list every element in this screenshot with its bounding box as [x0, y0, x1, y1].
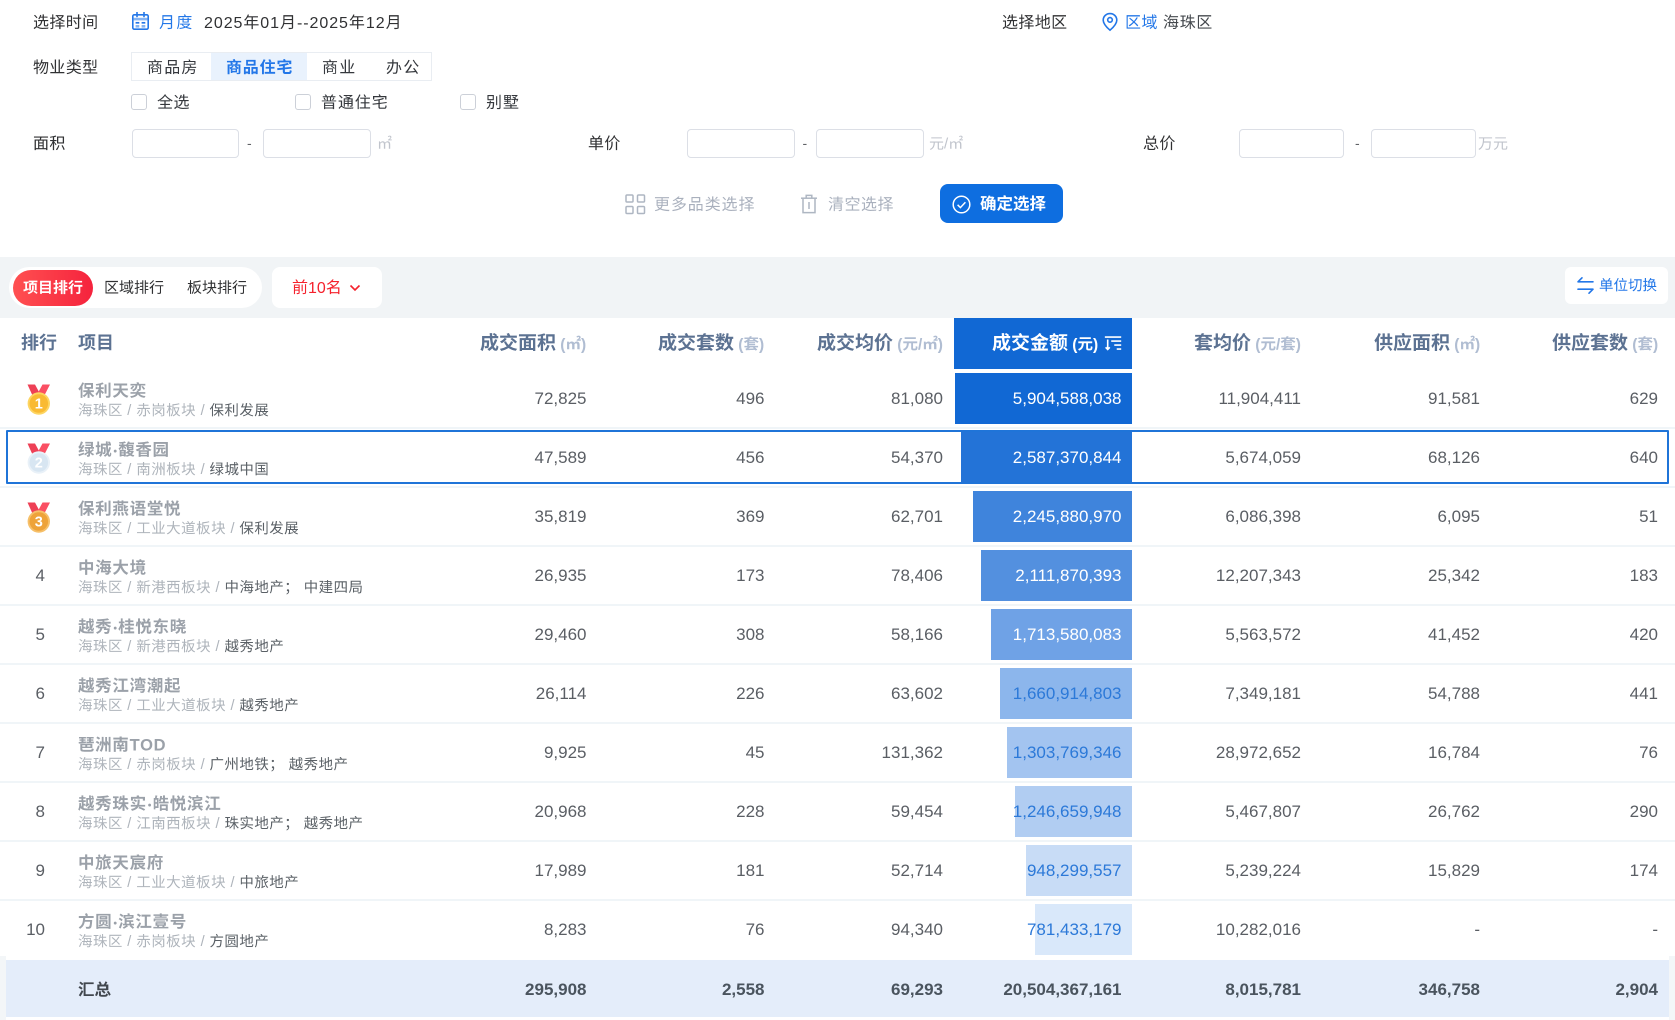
svg-text:/: / [918, 336, 923, 353]
svg-text:/: / [944, 135, 949, 152]
svg-text:/: / [226, 699, 239, 715]
svg-text:/: / [196, 404, 209, 420]
svg-text:/: / [123, 876, 136, 892]
svg-text:/: / [123, 699, 136, 715]
svg-text:/: / [123, 522, 136, 538]
svg-text:/: / [211, 817, 224, 833]
svg-text:(: ( [1628, 336, 1638, 353]
svg-text:/: / [123, 404, 136, 420]
svg-text:): ) [1653, 336, 1658, 353]
svg-text:/: / [211, 640, 224, 656]
svg-text:/: / [1276, 336, 1281, 353]
svg-text:1: 1 [34, 396, 42, 412]
svg-text:2025: 2025 [310, 15, 349, 32]
svg-text:/: / [123, 758, 136, 774]
svg-text:/: / [196, 935, 209, 951]
svg-text:/: / [226, 876, 239, 892]
svg-text:2025: 2025 [204, 15, 243, 32]
svg-text:(: ( [1251, 336, 1261, 353]
svg-text:--: -- [297, 15, 310, 32]
svg-text:3: 3 [34, 514, 42, 530]
svg-text:/: / [123, 817, 136, 833]
svg-text:): ) [1296, 336, 1301, 353]
svg-text:10: 10 [308, 280, 326, 297]
svg-text:/: / [211, 581, 224, 597]
svg-text:/: / [123, 935, 136, 951]
svg-text:(: ( [1068, 336, 1078, 353]
svg-text:/: / [123, 640, 136, 656]
svg-text:TOD: TOD [130, 736, 167, 754]
svg-text:): ) [938, 336, 943, 353]
svg-text:/: / [123, 581, 136, 597]
svg-text:(: ( [556, 336, 566, 353]
svg-text:12: 12 [366, 15, 386, 32]
svg-text:(: ( [734, 336, 744, 353]
svg-text:): ) [1093, 336, 1098, 353]
svg-text:(: ( [893, 336, 903, 353]
svg-text:): ) [759, 336, 764, 353]
svg-text:): ) [581, 336, 586, 353]
svg-text:(: ( [1450, 336, 1460, 353]
svg-text:01: 01 [260, 15, 280, 32]
svg-text:): ) [1475, 336, 1480, 353]
svg-text:/: / [196, 758, 209, 774]
svg-text:/: / [226, 522, 239, 538]
